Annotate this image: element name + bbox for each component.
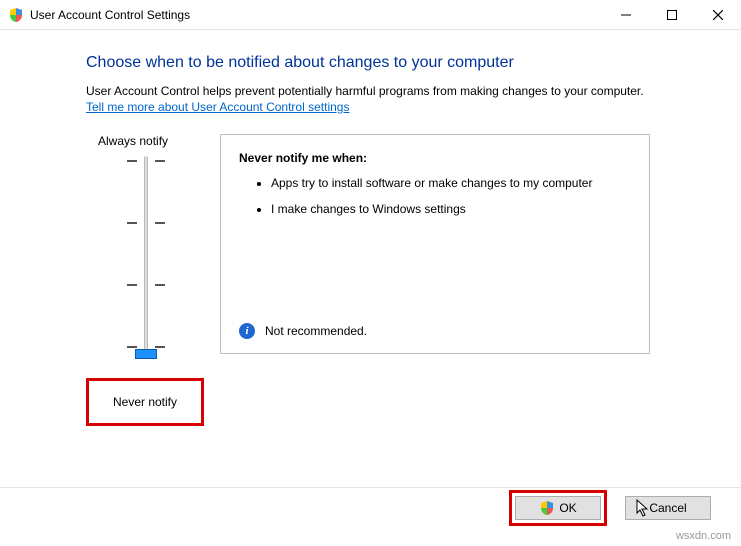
info-icon: i xyxy=(239,323,255,339)
window-title: User Account Control Settings xyxy=(30,8,190,22)
shield-icon xyxy=(8,7,24,23)
help-link[interactable]: Tell me more about User Account Control … xyxy=(86,100,349,114)
notify-footer: Not recommended. xyxy=(265,324,367,338)
page-description: User Account Control helps prevent poten… xyxy=(86,84,711,98)
uac-slider[interactable] xyxy=(115,154,175,364)
cancel-button[interactable]: Cancel xyxy=(625,496,711,520)
slider-bottom-label: Never notify xyxy=(86,378,204,426)
ok-button[interactable]: OK xyxy=(515,496,601,520)
notify-item: I make changes to Windows settings xyxy=(271,201,631,217)
notify-item: Apps try to install software or make cha… xyxy=(271,175,631,191)
minimize-button[interactable] xyxy=(603,0,649,30)
watermark: wsxdn.com xyxy=(676,530,731,542)
maximize-button[interactable] xyxy=(649,0,695,30)
close-button[interactable] xyxy=(695,0,741,30)
footer-divider xyxy=(0,487,741,488)
page-heading: Choose when to be notified about changes… xyxy=(86,54,711,72)
notification-panel: Never notify me when: Apps try to instal… xyxy=(220,134,650,354)
slider-thumb[interactable] xyxy=(135,349,157,359)
shield-icon xyxy=(539,500,555,516)
titlebar: User Account Control Settings xyxy=(0,0,741,30)
slider-top-label: Always notify xyxy=(86,134,204,148)
notify-title: Never notify me when: xyxy=(239,151,631,165)
